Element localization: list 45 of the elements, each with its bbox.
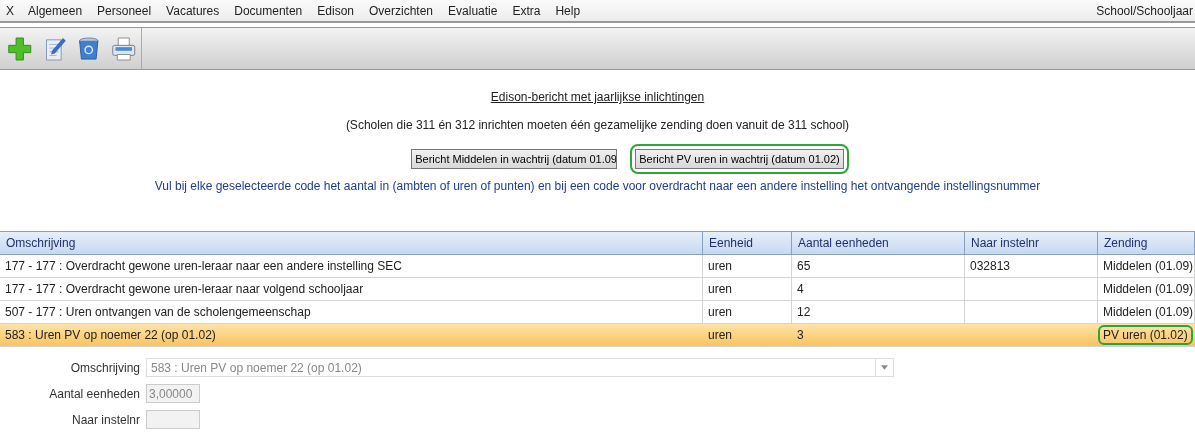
table-row[interactable]: 583 : Uren PV op noemer 22 (op 01.02) uren 3 PV uren (01.02) [0, 324, 1195, 347]
menu-item[interactable]: Extra [512, 3, 541, 18]
table-cell: 12 [797, 305, 811, 319]
menu-item[interactable]: Overzichten [369, 3, 434, 18]
table-cell: 65 [797, 259, 811, 273]
field-label: Naar instelnr [70, 412, 141, 427]
table-cell: 4 [797, 282, 804, 296]
table-cell: uren [708, 305, 733, 319]
field-label: Omschrijving [69, 360, 141, 375]
column-header[interactable]: Zending [1098, 232, 1195, 254]
note-text: (Scholen die 311 én 312 inrichten moeten één gezamelijke zending doen vanuit de 311 school) [345, 118, 850, 134]
menu-item[interactable]: Vacatures [166, 3, 220, 18]
column-header[interactable]: Naar instelnr [965, 232, 1098, 254]
table-cell: 032813 [970, 259, 1011, 273]
column-header[interactable]: Omschrijving [0, 232, 703, 254]
queue-button[interactable]: Bericht Middelen in wachtrij (datum 01.09 [411, 149, 618, 169]
table-cell: Middelen (01.09) [1103, 282, 1194, 296]
column-header[interactable]: Eenheid [703, 232, 792, 254]
table-cell: 583 : Uren PV op noemer 22 (op 01.02) [5, 328, 216, 342]
section-heading: Edison-bericht met jaarlijkse inlichtingen [490, 90, 705, 106]
table-cell: uren [708, 259, 733, 273]
table-cell: 177 - 177 : Overdracht gewone uren-leraar naar een andere instelling SEC [5, 259, 402, 273]
table-cell: uren [708, 328, 733, 342]
table-row[interactable]: 177 - 177 : Overdracht gewone uren-leraar naar volgend schooljaar uren 4 Middelen (01.09) [0, 278, 1195, 301]
menu-item[interactable]: Algemeen [28, 3, 83, 18]
menu-item[interactable]: Personeel [97, 3, 152, 18]
table-cell: Middelen (01.09) [1103, 305, 1194, 319]
table-cell: PV uren (01.02) [1098, 325, 1193, 345]
menu-item[interactable]: Evaluatie [448, 3, 498, 18]
table-cell: 3 [797, 328, 804, 342]
table-cell: 507 - 177 : Uren ontvangen van de scholengemeenschap [5, 305, 311, 319]
menu-item[interactable]: Documenten [234, 3, 303, 18]
field-label: Aantal eenheden [48, 386, 141, 401]
menu-item[interactable]: Help [555, 3, 581, 18]
close-menu[interactable]: X [6, 3, 14, 18]
instruction-text: Vul bij elke geselecteerde code het aantal in (ambten of uren of punten) en bij een code voor overdracht naar een andere instelling het ontvangende instellingsnummer [154, 179, 1041, 193]
table-cell: 177 - 177 : Overdracht gewone uren-leraar naar volgend schooljaar [5, 282, 364, 296]
table-row[interactable]: 177 - 177 : Overdracht gewone uren-leraar naar een andere instelling SEC uren 65 032813 Middelen (01.09) [0, 255, 1195, 278]
table-cell: Middelen (01.09) [1103, 259, 1194, 273]
column-header[interactable]: Aantal eenheden [792, 232, 965, 254]
menu-item[interactable]: Edison [317, 3, 354, 18]
description-dropdown[interactable]: 583 : Uren PV op noemer 22 (op 01.02) [146, 358, 894, 377]
queue-button[interactable]: Bericht PV uren in wachtrij (datum 01.02) [635, 149, 844, 169]
context-label: School/Schooljaar [1096, 3, 1193, 18]
table-cell: uren [708, 282, 733, 296]
